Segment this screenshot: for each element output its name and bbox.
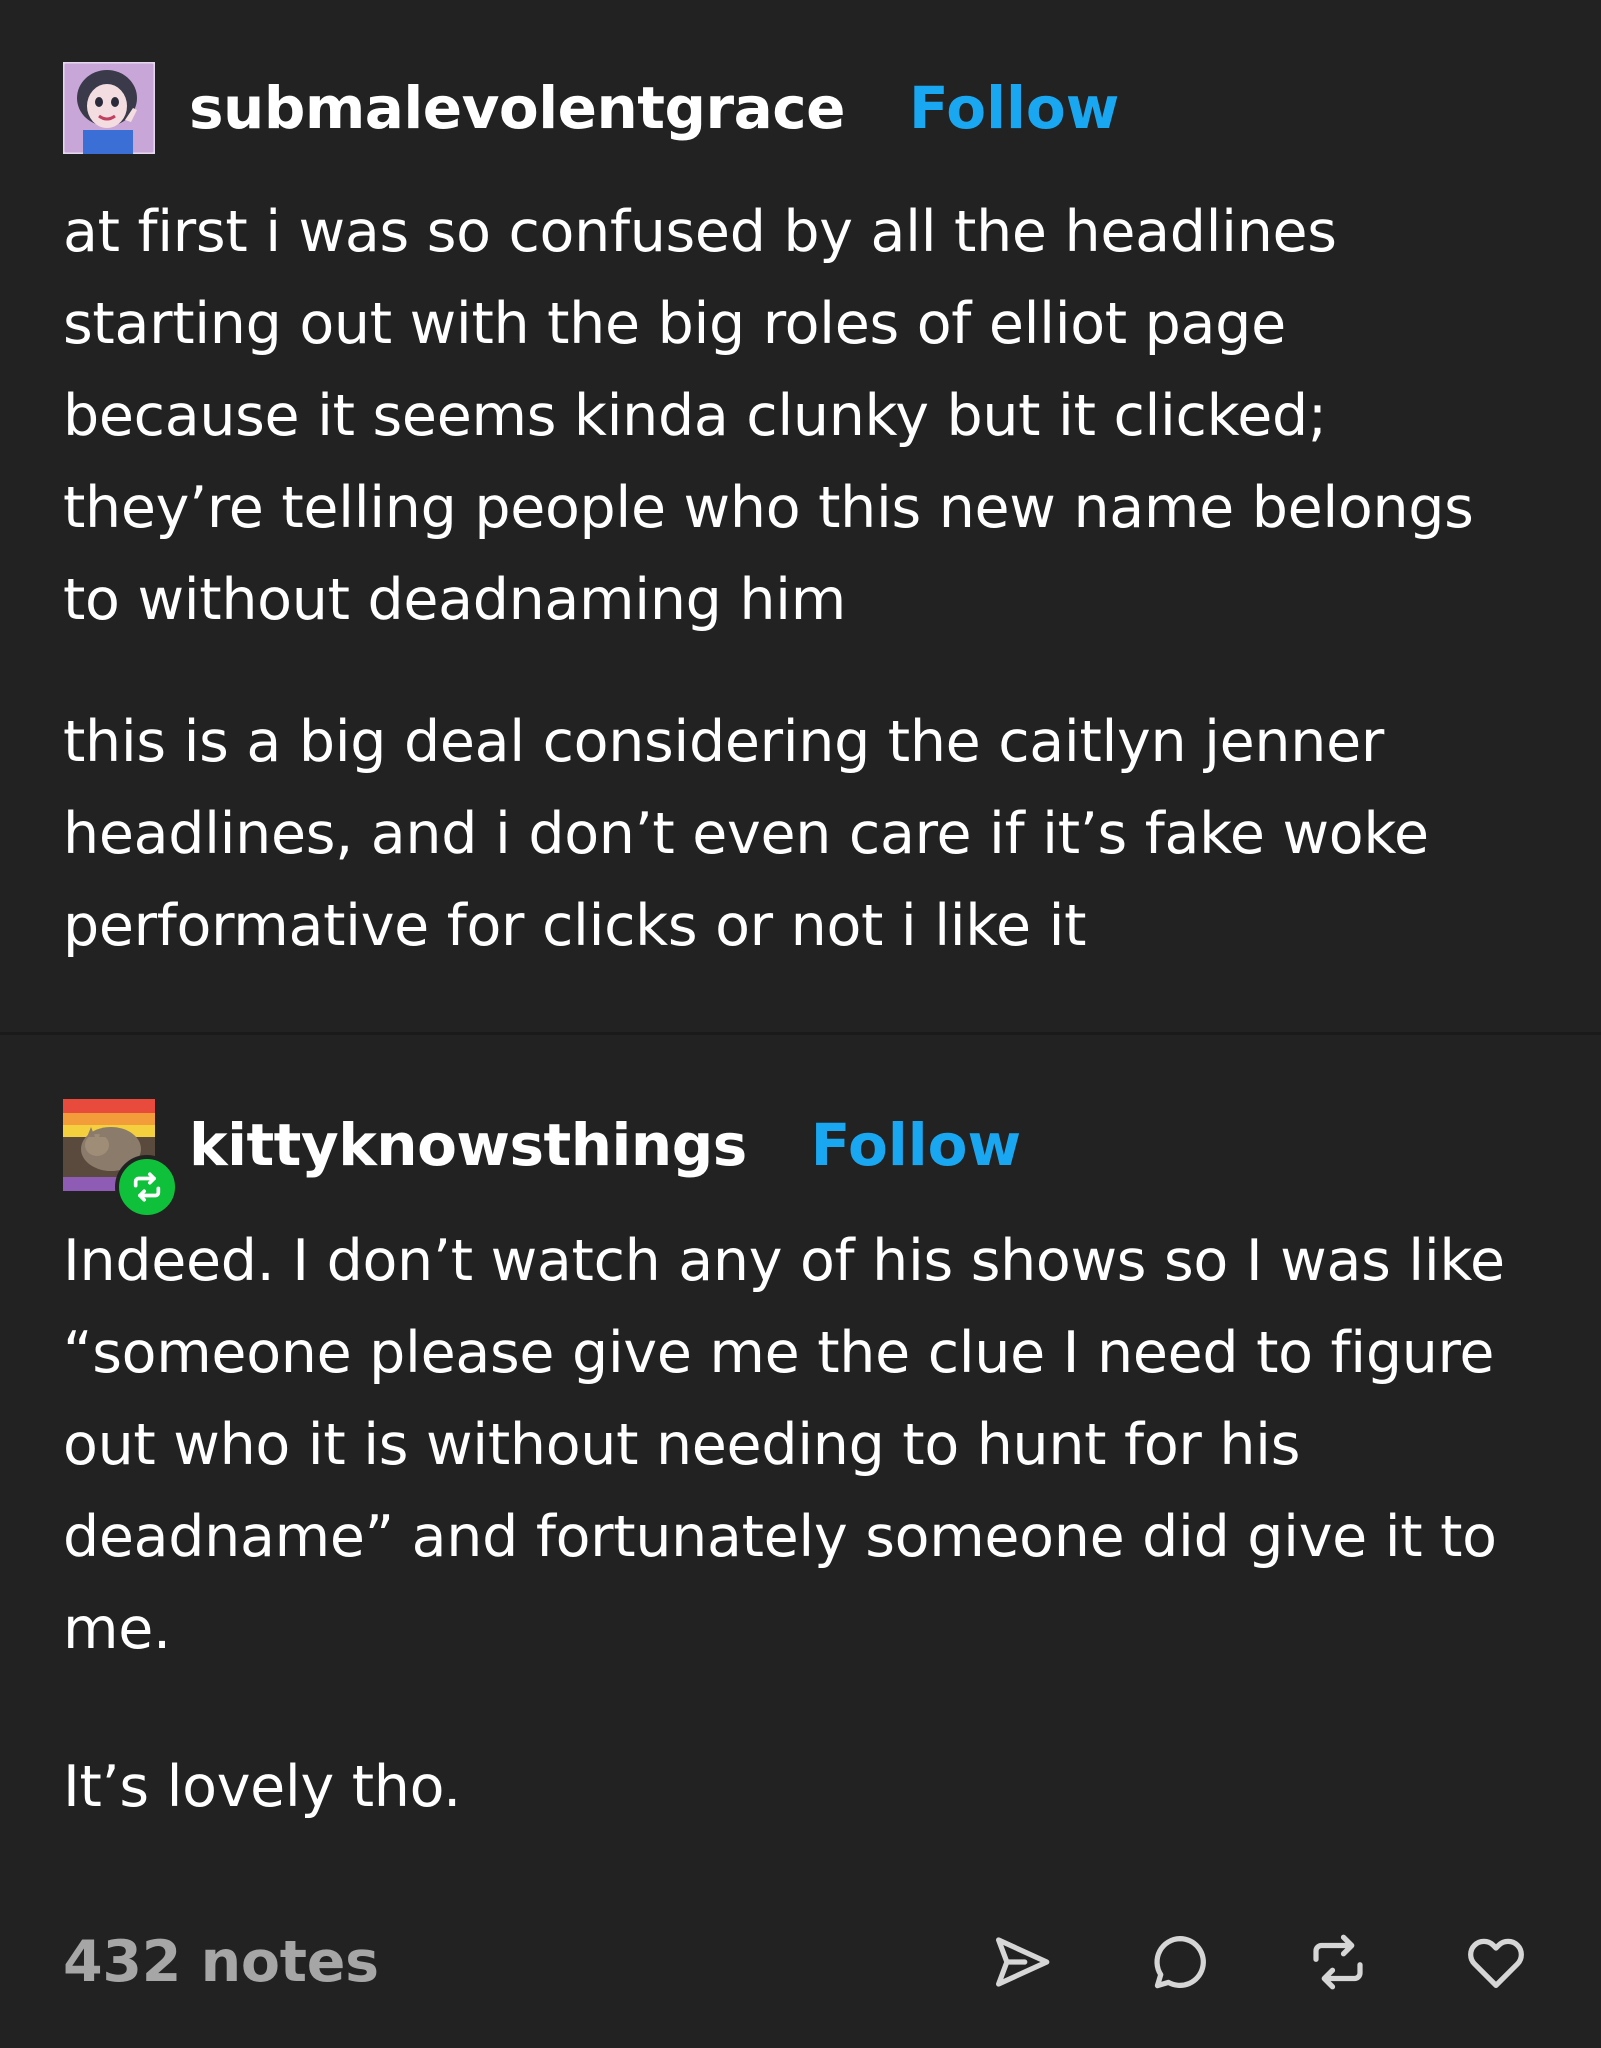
- post-paragraph: Indeed. I don’t watch any of his shows s…: [63, 1228, 1505, 1662]
- divider: [0, 1032, 1601, 1035]
- like-button[interactable]: [1460, 1926, 1532, 1998]
- post-reblog: kittyknowsthings Follow Indeed. I don’t …: [63, 1097, 1538, 1833]
- reply-icon: [1154, 1936, 1206, 1989]
- share-icon: [996, 1937, 1050, 1987]
- username[interactable]: kittyknowsthings: [189, 1111, 747, 1179]
- post-paragraph: at first i was so confused by all the he…: [63, 199, 1474, 633]
- share-button[interactable]: [986, 1926, 1058, 1998]
- username[interactable]: submalevolentgrace: [189, 74, 846, 142]
- avatar[interactable]: [63, 62, 155, 154]
- like-icon: [1468, 1938, 1524, 1988]
- post-body: at first i was so confused by all the he…: [63, 186, 1538, 972]
- avatar-icon: [63, 62, 155, 154]
- post-actions: [986, 1926, 1532, 1998]
- follow-button[interactable]: Follow: [811, 1111, 1021, 1179]
- post-header: submalevolentgrace Follow: [63, 60, 1538, 156]
- post-footer: 432 notes: [63, 1910, 1538, 2014]
- post-body: Indeed. I don’t watch any of his shows s…: [63, 1215, 1538, 1833]
- reblog-button[interactable]: [1302, 1926, 1374, 1998]
- post-original: submalevolentgrace Follow at first i was…: [63, 60, 1538, 972]
- post-paragraph: It’s lovely tho.: [63, 1754, 461, 1820]
- follow-button[interactable]: Follow: [909, 74, 1119, 142]
- post-header: kittyknowsthings Follow: [63, 1097, 1538, 1219]
- reblog-icon: [133, 1172, 161, 1202]
- reblog-badge: [115, 1155, 179, 1219]
- post-paragraph: this is a big deal considering the caitl…: [63, 709, 1429, 959]
- post-card: submalevolentgrace Follow at first i was…: [0, 0, 1601, 2048]
- reply-button[interactable]: [1144, 1926, 1216, 1998]
- reblog-icon: [1313, 1934, 1363, 1990]
- notes-count[interactable]: 432 notes: [63, 1929, 379, 1995]
- avatar[interactable]: [63, 1099, 179, 1219]
